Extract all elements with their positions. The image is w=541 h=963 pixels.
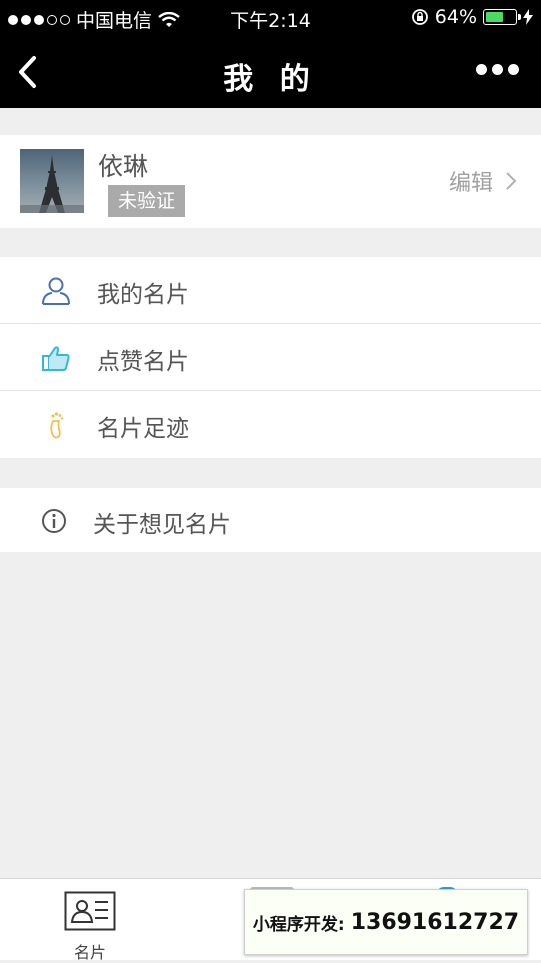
rotation-lock-icon bbox=[411, 9, 428, 25]
avatar bbox=[20, 149, 84, 213]
chevron-right-icon bbox=[506, 172, 517, 190]
battery-fill bbox=[486, 12, 503, 22]
menu-item-liked-cards[interactable]: 点赞名片 bbox=[0, 324, 541, 391]
battery-percent: 64% bbox=[434, 6, 477, 28]
user-name: 依琳 bbox=[98, 152, 149, 181]
battery-icon bbox=[483, 9, 521, 25]
profile-card[interactable]: 依琳 未验证 编辑 bbox=[0, 135, 541, 228]
charging-icon bbox=[523, 9, 533, 25]
about-label: 关于想见名片 bbox=[93, 512, 231, 538]
more-options-icon[interactable] bbox=[476, 64, 519, 75]
business-card-tab-icon[interactable] bbox=[64, 891, 116, 931]
promo-label: 小程序开发: bbox=[252, 914, 345, 935]
about-row[interactable]: 关于想见名片 bbox=[0, 488, 541, 552]
footprint-icon bbox=[50, 412, 64, 439]
nav-bar: 我 的 bbox=[0, 36, 541, 108]
verification-badge: 未验证 bbox=[108, 185, 186, 217]
status-bar: 中国电信 下午2:14 64% bbox=[0, 0, 541, 36]
menu-item-label: 点赞名片 bbox=[97, 349, 189, 375]
menu-item-label: 名片足迹 bbox=[97, 416, 189, 442]
menu-item-my-cards[interactable]: 我的名片 bbox=[0, 257, 541, 324]
edit-label: 编辑 bbox=[448, 171, 493, 196]
menu-list: 我的名片 点赞名片 名片足迹 bbox=[0, 257, 541, 458]
tab-label-cards[interactable]: 名片 bbox=[60, 939, 120, 963]
eiffel-tower-image bbox=[20, 155, 84, 213]
user-icon bbox=[42, 277, 70, 305]
page-title: 我 的 bbox=[223, 62, 318, 97]
status-right: 64% bbox=[411, 6, 533, 28]
menu-item-card-footprints[interactable]: 名片足迹 bbox=[0, 391, 541, 458]
menu-item-label: 我的名片 bbox=[97, 282, 189, 308]
edit-profile-link[interactable]: 编辑 bbox=[449, 165, 517, 197]
thumbs-up-icon bbox=[42, 346, 70, 371]
info-icon bbox=[42, 509, 66, 533]
promo-phone: 13691612727 bbox=[350, 909, 520, 935]
promo-banner: 小程序开发: 13691612727 bbox=[244, 889, 528, 955]
